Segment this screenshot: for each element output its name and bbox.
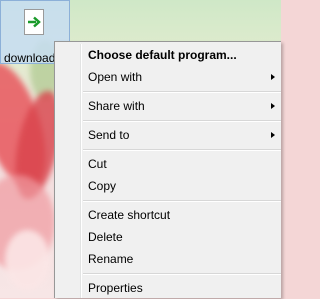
submenu-arrow-icon	[271, 103, 275, 109]
menu-item-label: Properties	[88, 281, 143, 295]
menu-item-label: Send to	[88, 128, 130, 142]
desktop-file-label: download	[4, 51, 56, 65]
menu-item-delete[interactable]: Delete	[58, 226, 281, 248]
menu-item-label: Choose default program...	[88, 48, 237, 62]
menu-item-create-shortcut[interactable]: Create shortcut	[58, 204, 281, 226]
wallpaper-highlight	[5, 230, 50, 290]
submenu-arrow-icon	[271, 74, 275, 80]
menu-item-properties[interactable]: Properties	[58, 277, 281, 299]
menu-separator	[83, 120, 281, 122]
context-menu: Choose default program... Open with Shar…	[54, 41, 281, 298]
menu-item-rename[interactable]: Rename	[58, 248, 281, 270]
menu-item-open-with[interactable]: Open with	[58, 66, 281, 88]
menu-item-label: Cut	[88, 157, 107, 171]
menu-item-copy[interactable]: Copy	[58, 175, 281, 197]
file-arrow-icon	[24, 9, 44, 35]
menu-separator	[83, 273, 281, 275]
menu-item-label: Rename	[88, 252, 134, 266]
menu-item-label: Open with	[88, 70, 143, 84]
menu-item-label: Copy	[88, 179, 117, 193]
menu-item-share-with[interactable]: Share with	[58, 95, 281, 117]
menu-item-label: Create shortcut	[88, 208, 171, 222]
menu-separator	[83, 91, 281, 93]
menu-item-send-to[interactable]: Send to	[58, 124, 281, 146]
menu-separator	[83, 200, 281, 202]
menu-item-label: Share with	[88, 99, 145, 113]
menu-item-label: Delete	[88, 230, 123, 244]
menu-item-choose-default-program[interactable]: Choose default program...	[58, 44, 281, 66]
menu-item-cut[interactable]: Cut	[58, 153, 281, 175]
submenu-arrow-icon	[271, 132, 275, 138]
menu-separator	[83, 149, 281, 151]
